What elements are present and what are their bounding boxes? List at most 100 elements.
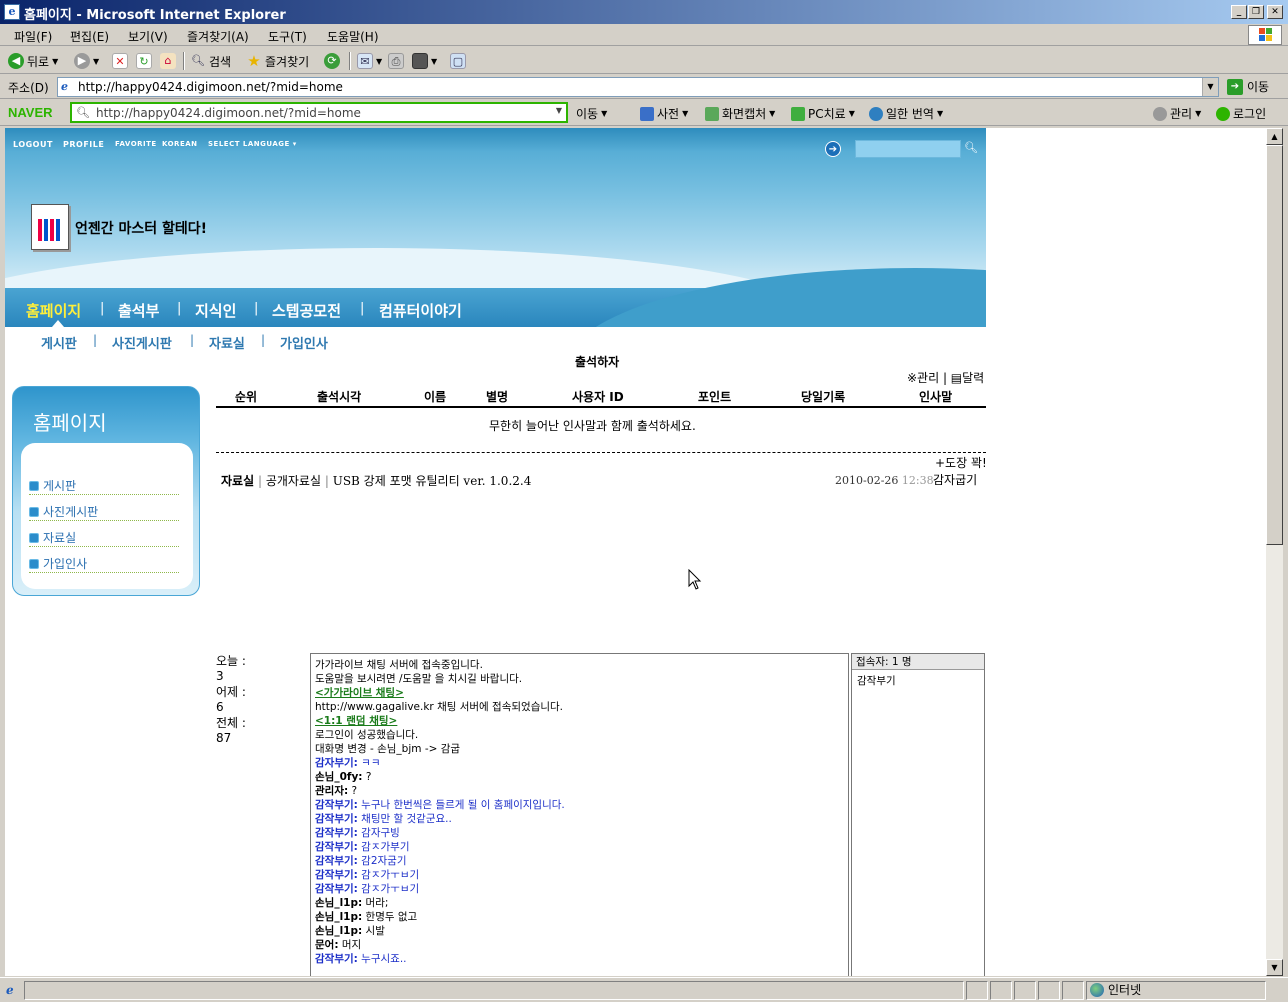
col-user-id: 사용자 ID xyxy=(572,390,624,404)
latest-post[interactable]: 자료실 | 공개자료실 | USB 강제 포맷 유틸리티 ver. 1.0.2.… xyxy=(221,472,531,489)
refresh-icon: ↻ xyxy=(136,53,152,69)
search-button[interactable]: 🔍︎ 검색 xyxy=(190,52,231,70)
latest-user[interactable]: 감자굽기 xyxy=(933,471,977,488)
nav-attendance[interactable]: 출석부 xyxy=(118,300,159,321)
nav-computer-story[interactable]: 컴퓨터이야기 xyxy=(379,300,462,321)
search-icon[interactable]: 🔍︎ xyxy=(964,141,978,154)
chat-nick: 손님_l1p: xyxy=(315,897,363,909)
restore-button[interactable]: ❐ xyxy=(1248,5,1264,19)
address-dropdown-button[interactable]: ▼ xyxy=(1202,78,1218,96)
title-bar: e 홈페이지 - Microsoft Internet Explorer _ ❐… xyxy=(0,0,1288,24)
stop-button[interactable]: ✕ xyxy=(112,52,128,70)
history-button[interactable]: ⟳ xyxy=(324,52,340,70)
latest-time: 12:38 xyxy=(901,474,934,487)
favorite-link[interactable]: FAVORITE xyxy=(115,140,157,148)
naver-move-label: 이동 xyxy=(576,107,599,121)
naver-manage-button[interactable]: 관리 ▼ xyxy=(1153,105,1201,122)
close-button[interactable]: ✕ xyxy=(1267,5,1283,19)
naver-translate-label: 일한 번역 xyxy=(886,107,934,121)
print-button[interactable]: ⎙ xyxy=(388,52,404,70)
site-search-input[interactable] xyxy=(855,140,961,158)
dropdown-arrow-icon[interactable]: ▼ xyxy=(556,106,562,115)
naver-capture-button[interactable]: 화면캡처 ▼ xyxy=(705,105,775,122)
chat-line: 손님_l1p: 한명두 없고 xyxy=(315,910,417,924)
scroll-thumb[interactable] xyxy=(1266,145,1283,545)
messenger-button[interactable]: ▢ xyxy=(450,52,466,70)
chat-message: 감ㅈ가부기 xyxy=(357,841,410,853)
chat-log[interactable]: 가가라이브 채팅 서버에 접속중입니다. 도움말을 보시려면 /도움말 을 치시길… xyxy=(310,653,849,976)
forward-button[interactable]: ▶ ▼ xyxy=(74,52,99,70)
page-viewport: LOGOUT PROFILE FAVORITE KOREAN SELECT LA… xyxy=(5,128,1266,976)
chat-message: 누구나 한번씩은 들르게 될 이 홈페이지입니다. xyxy=(357,799,565,811)
naver-pc-button[interactable]: PC치료 ▼ xyxy=(791,105,855,122)
logout-link[interactable]: LOGOUT xyxy=(13,140,53,149)
bullet-icon xyxy=(29,480,39,491)
sidebar-item-greetings[interactable]: 가입인사 xyxy=(29,555,179,573)
gear-icon xyxy=(1153,106,1167,121)
menu-help[interactable]: 도움말(H) xyxy=(327,28,379,45)
latest-board: 공개자료실 xyxy=(265,474,322,488)
profile-link[interactable]: PROFILE xyxy=(63,140,104,149)
edit-button[interactable]: ▼ xyxy=(412,52,437,70)
naver-dict-button[interactable]: 사전 ▼ xyxy=(640,105,688,122)
mail-button[interactable]: ✉ ▼ xyxy=(357,52,382,70)
chat-nick: 감작부기: xyxy=(315,855,358,867)
menu-tools[interactable]: 도구(T) xyxy=(268,28,307,45)
col-greeting: 인사말 xyxy=(919,390,953,404)
chat-line[interactable]: <가가라이브 채팅> xyxy=(315,686,404,700)
go-button[interactable]: ➔ 이동 xyxy=(1227,78,1269,95)
chat-line: 대화명 변경 - 손님_bjm -> 감굽 xyxy=(315,743,461,755)
chat-user[interactable]: 감작부기 xyxy=(857,673,896,688)
nav-home[interactable]: 홈페이지 xyxy=(26,300,81,321)
subnav-board[interactable]: 게시판 xyxy=(41,333,77,352)
search-label: 검색 xyxy=(209,54,232,69)
nav-staff-contest[interactable]: 스텝공모전 xyxy=(272,300,341,321)
chat-line[interactable]: <1:1 랜덤 채팅> xyxy=(315,714,397,728)
col-daily-record: 당일기록 xyxy=(801,390,846,404)
refresh-button[interactable]: ↻ xyxy=(136,52,152,70)
chat-nick: 감작부기: xyxy=(315,953,358,965)
scroll-down-button[interactable]: ▼ xyxy=(1266,959,1283,976)
chat-message: 한명두 없고 xyxy=(362,911,418,923)
address-input[interactable]: ℯ http://happy0424.digimoon.net/?mid=hom… xyxy=(57,77,1219,97)
menu-favorites[interactable]: 즐겨찾기(A) xyxy=(187,28,249,45)
search-go-button[interactable]: ➔ xyxy=(825,141,841,157)
subnav-photo-board[interactable]: 사진게시판 xyxy=(112,333,172,352)
stamp-button[interactable]: +도장 꽉! xyxy=(935,454,987,471)
back-button[interactable]: ◀ 뒤로 ▼ xyxy=(8,52,58,70)
naver-translate-button[interactable]: 일한 번역 ▼ xyxy=(869,105,943,122)
sidebar-item-photo-board[interactable]: 사진게시판 xyxy=(29,503,179,521)
chat-line: 가가라이브 채팅 서버에 접속중입니다. xyxy=(315,659,483,671)
favorites-button[interactable]: ★ 즐겨찾기 xyxy=(246,52,309,70)
menu-view[interactable]: 보기(V) xyxy=(128,28,168,45)
counter-today: 3 xyxy=(216,669,224,683)
vertical-scrollbar[interactable]: ▲ ▼ xyxy=(1266,128,1283,976)
latest-title: USB 강제 포맷 유틸리티 ver. 1.0.2.4 xyxy=(332,474,532,488)
naver-logo[interactable]: NAVER xyxy=(8,105,53,120)
subnav-greetings[interactable]: 가입인사 xyxy=(280,333,328,352)
chat-line: 로그인이 성공했습니다. xyxy=(315,729,419,741)
nav-knowledge[interactable]: 지식인 xyxy=(195,300,236,321)
dictionary-icon xyxy=(640,106,654,121)
sidebar-item-archive[interactable]: 자료실 xyxy=(29,529,179,547)
menu-file[interactable]: 파일(F) xyxy=(14,28,52,45)
counter-total: 87 xyxy=(216,731,232,745)
menu-edit[interactable]: 편집(E) xyxy=(70,28,109,45)
chat-user-list[interactable]: 접속자: 1 명 감작부기 xyxy=(851,653,985,976)
select-language-dropdown[interactable]: SELECT LANGUAGE ▾ xyxy=(208,140,297,148)
naver-login-button[interactable]: 로그인 xyxy=(1216,105,1266,122)
minimize-button[interactable]: _ xyxy=(1231,5,1247,19)
home-button[interactable]: ⌂ xyxy=(160,52,176,70)
subnav-archive[interactable]: 자료실 xyxy=(209,333,245,352)
scroll-up-button[interactable]: ▲ xyxy=(1266,128,1283,145)
search-icon: 🔍︎ xyxy=(191,54,205,67)
naver-move-button[interactable]: 이동 ▼ xyxy=(576,105,607,122)
sidebar-item-board[interactable]: 게시판 xyxy=(29,477,179,495)
naver-search-input[interactable]: 🔍︎ http://happy0424.digimoon.net/?mid=ho… xyxy=(70,102,568,123)
attendance-admin-links[interactable]: ※관리 | ▤달력 xyxy=(907,369,984,386)
bullet-icon xyxy=(29,558,39,569)
sidebar-title: 홈페이지 xyxy=(33,411,107,435)
korean-link[interactable]: KOREAN xyxy=(162,140,198,148)
col-name: 이름 xyxy=(424,390,447,404)
login-icon xyxy=(1216,106,1230,121)
